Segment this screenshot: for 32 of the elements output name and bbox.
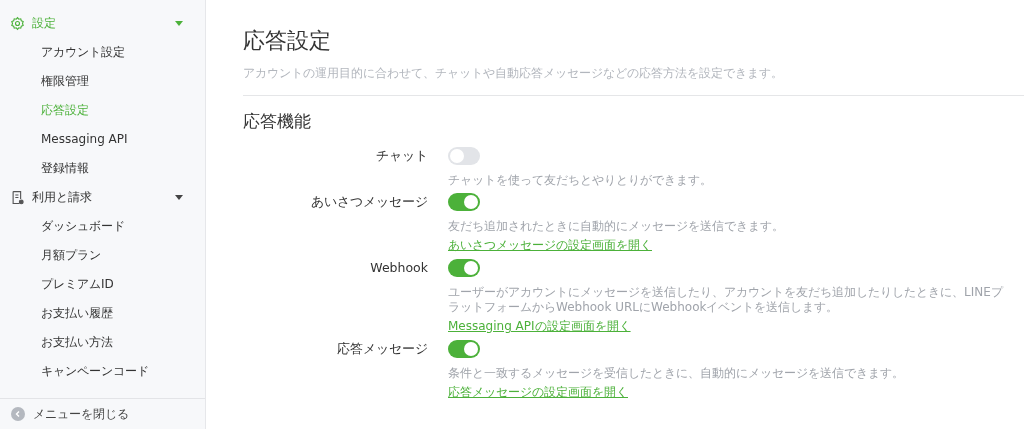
document-icon [10, 190, 25, 205]
setting-description: 条件と一致するメッセージを受信したときに、自動的にメッセージを送信できます。 [448, 366, 905, 381]
toggle-switch[interactable] [448, 193, 480, 211]
setting-label: あいさつメッセージ [311, 193, 428, 211]
sidebar-item[interactable]: アカウント設定 [0, 38, 205, 67]
page-title: 応答設定 [243, 27, 332, 55]
sidebar-item[interactable]: プレミアムID [0, 270, 205, 299]
setting-description: ユーザーがアカウントにメッセージを送信したり、アカウントを友だち追加したりしたときに、LINEプラットフォームからWebhook URLにWebhookイベントを送信します。 [448, 285, 1005, 315]
setting-label: Webhook [370, 259, 428, 277]
section-label: 利用と請求 [32, 189, 93, 206]
section-title: 応答機能 [243, 110, 312, 133]
setting-label: 応答メッセージ [337, 340, 428, 358]
section-label: 設定 [32, 15, 57, 32]
sidebar-item[interactable]: お支払い方法 [0, 328, 205, 357]
gear-icon [10, 16, 25, 31]
sidebar-item[interactable]: 権限管理 [0, 67, 205, 96]
toggle-switch[interactable] [448, 147, 480, 165]
sidebar-item[interactable]: キャンペーンコード [0, 357, 205, 386]
setting-description: 友だち追加されたときに自動的にメッセージを送信できます。 [448, 219, 785, 234]
page-description: アカウントの運用目的に合わせて、チャットや自動応答メッセージなどの応答方法を設定できます。 [243, 66, 784, 81]
sidebar-item[interactable]: お支払い履歴 [0, 299, 205, 328]
sidebar-item[interactable]: 月額プラン [0, 241, 205, 270]
setting-description: チャットを使って友だちとやりとりができます。 [448, 173, 713, 188]
setting-label: チャット [376, 147, 428, 165]
close-menu-button[interactable]: メニューを閉じる [11, 405, 129, 423]
toggle-switch[interactable] [448, 340, 480, 358]
chevron-left-icon [11, 407, 25, 421]
sidebar-item[interactable]: Messaging API [0, 125, 205, 154]
sidebar-item[interactable]: ダッシュボード [0, 212, 205, 241]
toggle-switch[interactable] [448, 259, 480, 277]
sidebar-item[interactable]: 登録情報 [0, 154, 205, 183]
sidebar-section[interactable]: 利用と請求 [0, 183, 205, 212]
